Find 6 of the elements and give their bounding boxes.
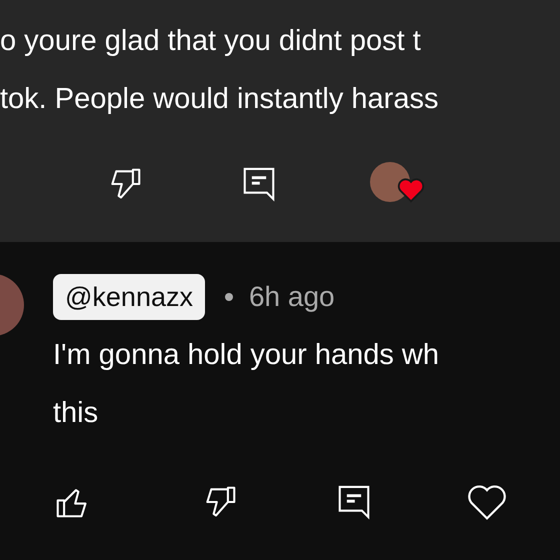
comment-text: this [53,396,100,431]
username-tag[interactable]: @kennazx [53,274,205,320]
comment-text: I'm gonna hold your hands wh [53,338,440,373]
comment-time: 6h ago [248,280,335,314]
comment-text: tok. People would instantly harass [0,82,440,117]
comment-text: o youre glad that you didnt post t [0,24,422,59]
